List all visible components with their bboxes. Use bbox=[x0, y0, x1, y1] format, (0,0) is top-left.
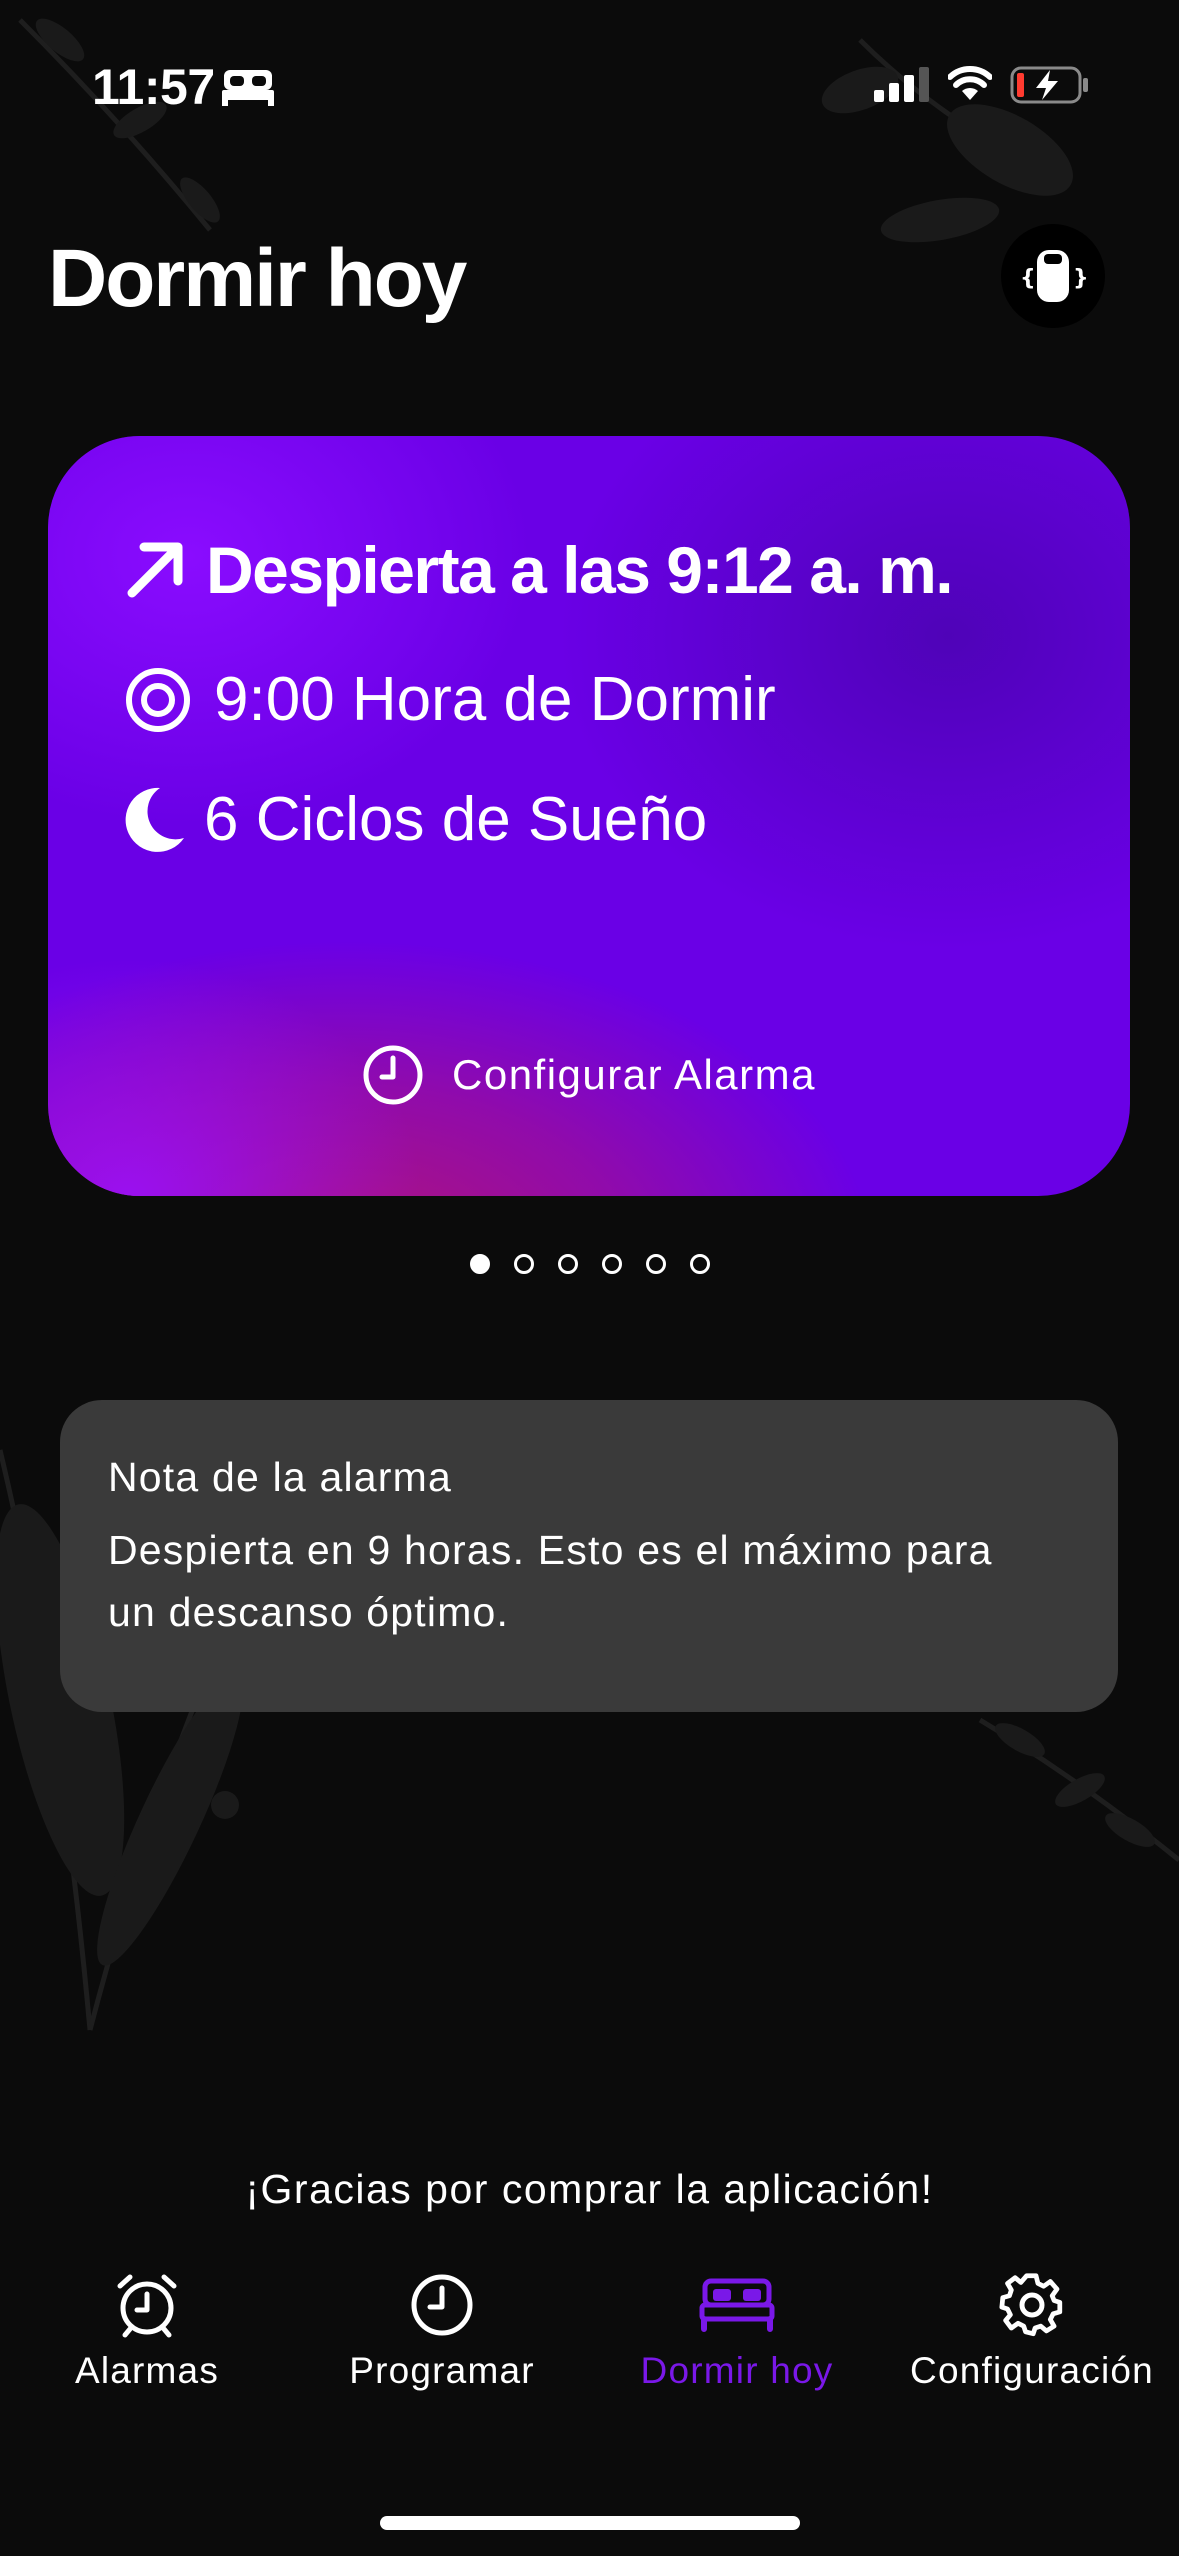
thanks-message: ¡Gracias por comprar la aplicación! bbox=[245, 2166, 934, 2212]
page-title: Dormir hoy bbox=[48, 233, 467, 324]
tab-label: Configuración bbox=[910, 2350, 1154, 2391]
arrow-up-right-icon bbox=[127, 542, 183, 598]
tab-configuracion[interactable]: Configuración bbox=[885, 2270, 1179, 2392]
note-body: Despierta en 9 horas. Esto es el máximo … bbox=[108, 1519, 1070, 1643]
pager-dot[interactable] bbox=[601, 1254, 622, 1274]
bedtime-label: 9:00 Hora de Dormir bbox=[214, 665, 776, 734]
configure-alarm-label: Configurar Alarma bbox=[452, 1051, 816, 1098]
pager-dot-active[interactable] bbox=[469, 1254, 490, 1274]
gear-icon bbox=[999, 2273, 1063, 2337]
pager-dot[interactable] bbox=[645, 1254, 666, 1274]
clock-icon bbox=[363, 1045, 423, 1105]
tab-label: Programar bbox=[349, 2350, 535, 2391]
bed-icon bbox=[699, 2278, 775, 2332]
svg-text:}: } bbox=[1073, 266, 1089, 291]
sleep-focus-bed-icon bbox=[222, 70, 274, 106]
wake-time-card[interactable]: Despierta a las 9:12 a. m. 9:00 Hora de … bbox=[48, 436, 1130, 1196]
bedtime-target-icon bbox=[126, 667, 190, 732]
tab-dormir-hoy[interactable]: Dormir hoy bbox=[590, 2270, 884, 2392]
battery-charging-icon bbox=[1010, 66, 1088, 104]
watch-sync-button[interactable]: { } bbox=[1001, 224, 1105, 328]
tab-bar: Alarmas Programar Dormir hoy Configuraci… bbox=[0, 2270, 1179, 2400]
tab-label: Dormir hoy bbox=[640, 2350, 834, 2391]
tab-label: Alarmas bbox=[74, 2350, 220, 2391]
clock-icon bbox=[411, 2274, 473, 2336]
card-pager[interactable] bbox=[0, 1254, 1179, 1274]
tab-alarmas[interactable]: Alarmas bbox=[0, 2270, 294, 2392]
tab-programar[interactable]: Programar bbox=[295, 2270, 589, 2392]
note-title: Nota de la alarma bbox=[108, 1454, 453, 1500]
moon-icon bbox=[125, 787, 184, 852]
svg-text:{: { bbox=[1020, 266, 1036, 291]
pager-dot[interactable] bbox=[557, 1254, 578, 1274]
cellular-signal-icon bbox=[874, 67, 929, 102]
configure-alarm-button[interactable]: Configurar Alarma bbox=[48, 1044, 1130, 1106]
pager-dot[interactable] bbox=[513, 1254, 534, 1274]
sleep-cycles-label: 6 Ciclos de Sueño bbox=[204, 785, 708, 854]
note-body-line: un descanso óptimo. bbox=[108, 1589, 510, 1635]
wifi-icon bbox=[948, 66, 992, 100]
pager-dot[interactable] bbox=[689, 1254, 710, 1274]
note-body-line: Despierta en 9 horas. Esto es el máximo … bbox=[108, 1527, 993, 1573]
status-time: 11:57 bbox=[92, 59, 215, 115]
wake-time-label: Despierta a las 9:12 a. m. bbox=[206, 533, 954, 607]
alarm-note-card: Nota de la alarma Despierta en 9 horas. … bbox=[60, 1400, 1118, 1712]
home-indicator[interactable] bbox=[380, 2516, 800, 2530]
watch-icon: { } bbox=[1020, 250, 1089, 302]
alarm-clock-icon bbox=[117, 2274, 177, 2338]
